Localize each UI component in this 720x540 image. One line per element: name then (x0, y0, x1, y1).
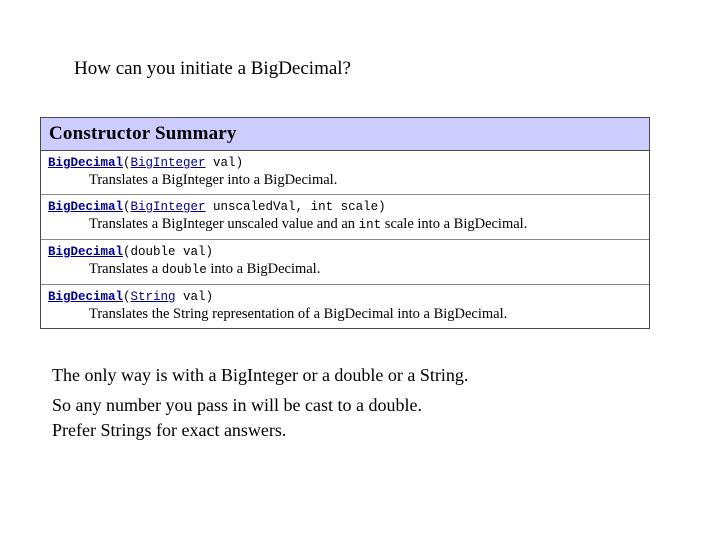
constructor-row: BigDecimal(double val) Translates a doubl… (41, 240, 649, 285)
constructor-description: Translates the String representation of … (41, 305, 649, 324)
description-code-term: int (358, 218, 382, 232)
constructor-description: Translates a BigInteger unscaled value a… (41, 215, 649, 235)
commentary-line: So any number you pass in will be cast t… (52, 395, 422, 415)
close-paren: ) (205, 245, 214, 259)
constructor-signature: BigDecimal(BigInteger unscaledVal, int s… (41, 199, 649, 215)
param-text: val (175, 290, 206, 304)
constructor-description: Translates a double into a BigDecimal. (41, 260, 649, 280)
constructor-summary-header: Constructor Summary (41, 118, 649, 151)
param-type-link[interactable]: BigInteger (131, 156, 206, 170)
commentary-block: The only way is with a BigInteger or a d… (52, 363, 672, 443)
constructor-name-link[interactable]: BigDecimal (48, 156, 123, 170)
constructor-row: BigDecimal(String val) Translates the Str… (41, 285, 649, 328)
constructor-description: Translates a BigInteger into a BigDecima… (41, 171, 649, 190)
open-paren: ( (123, 200, 131, 214)
open-paren: ( (123, 156, 131, 170)
open-paren: ( (123, 290, 131, 304)
open-paren: ( (123, 245, 131, 259)
constructor-row-list: BigDecimal(BigInteger val) Translates a B… (41, 151, 649, 328)
description-code-term: double (161, 263, 207, 277)
constructor-row: BigDecimal(BigInteger unscaledVal, int s… (41, 195, 649, 240)
page-title: How can you initiate a BigDecimal? (74, 58, 351, 79)
constructor-signature: BigDecimal(String val) (41, 289, 649, 305)
constructor-name-link[interactable]: BigDecimal (48, 200, 123, 214)
description-text: Translates a BigInteger unscaled value a… (89, 216, 359, 232)
close-paren: ) (378, 200, 386, 214)
constructor-signature: BigDecimal(double val) (41, 244, 649, 260)
close-paren: ) (235, 156, 244, 170)
param-text: double val (130, 245, 206, 259)
description-text: into a BigDecimal. (206, 261, 321, 277)
param-type-link[interactable]: String (131, 290, 176, 304)
constructor-signature: BigDecimal(BigInteger val) (41, 155, 649, 171)
description-text: scale into a BigDecimal. (381, 216, 528, 232)
constructor-name-link[interactable]: BigDecimal (48, 245, 123, 259)
constructor-name-link[interactable]: BigDecimal (48, 290, 123, 304)
param-type-link[interactable]: BigInteger (131, 200, 206, 214)
description-text: Translates a (89, 261, 162, 277)
description-text: Translates a BigInteger into a BigDecima… (89, 172, 338, 188)
description-text: Translates the String representation of … (89, 306, 508, 322)
param-text: val (205, 156, 236, 170)
constructor-row: BigDecimal(BigInteger val) Translates a B… (41, 151, 649, 195)
param-text: unscaledVal, int scale (205, 200, 379, 214)
constructor-summary-table: Constructor Summary BigDecimal(BigIntege… (40, 117, 650, 329)
commentary-line: The only way is with a BigInteger or a d… (52, 365, 469, 385)
close-paren: ) (205, 290, 214, 304)
commentary-line: Prefer Strings for exact answers. (52, 420, 287, 440)
